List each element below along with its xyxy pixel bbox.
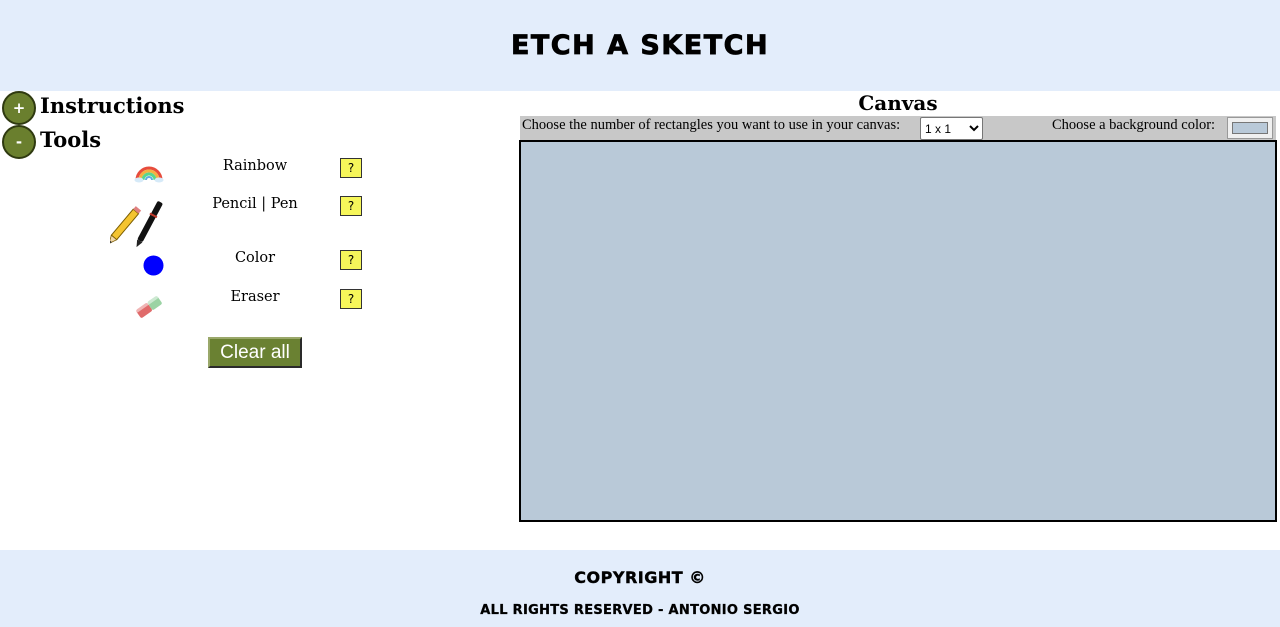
background-color-picker[interactable]: [1227, 117, 1273, 139]
page-title: ETCH A SKETCH: [510, 30, 770, 62]
drawing-canvas[interactable]: [519, 140, 1277, 522]
instructions-section: + Instructions: [2, 91, 185, 125]
instructions-toggle-button[interactable]: +: [2, 91, 36, 125]
pencil-pen-icon[interactable]: [108, 190, 172, 252]
eraser-help-button[interactable]: ?: [340, 289, 362, 309]
pencil-pen-label: Pencil | Pen: [212, 196, 298, 212]
eraser-icon[interactable]: [133, 292, 165, 326]
tools-heading[interactable]: Tools: [40, 127, 101, 152]
tools-toggle-button[interactable]: -: [2, 125, 36, 159]
page-header: ETCH A SKETCH: [0, 0, 1280, 91]
color-dot-icon[interactable]: [143, 255, 164, 280]
tools-section: - Tools: [2, 125, 101, 159]
rainbow-label: Rainbow: [222, 158, 288, 174]
canvas-controls-bar: Choose the number of rectangles you want…: [520, 116, 1276, 140]
page-footer: COPYRIGHT © ALL RIGHTS RESERVED - ANTONI…: [0, 550, 1280, 627]
copyright-text: COPYRIGHT ©: [574, 568, 706, 587]
background-color-label: Choose a background color:: [1052, 117, 1216, 133]
rainbow-help-button[interactable]: ?: [340, 158, 362, 178]
background-color-swatch: [1232, 122, 1268, 134]
canvas-heading: Canvas: [858, 91, 938, 115]
color-help-button[interactable]: ?: [340, 250, 362, 270]
rights-reserved-text: ALL RIGHTS RESERVED - ANTONIO SERGIO: [480, 603, 800, 618]
clear-all-button[interactable]: Clear all: [208, 337, 302, 368]
rectangle-count-select[interactable]: 1 x 1: [920, 117, 983, 140]
rectangle-count-label: Choose the number of rectangles you want…: [522, 117, 901, 133]
eraser-label: Eraser: [230, 289, 280, 305]
instructions-heading[interactable]: Instructions: [40, 93, 185, 118]
color-label: Color: [234, 250, 276, 266]
rainbow-icon[interactable]: [134, 163, 164, 187]
pencil-pen-help-button[interactable]: ?: [340, 196, 362, 216]
